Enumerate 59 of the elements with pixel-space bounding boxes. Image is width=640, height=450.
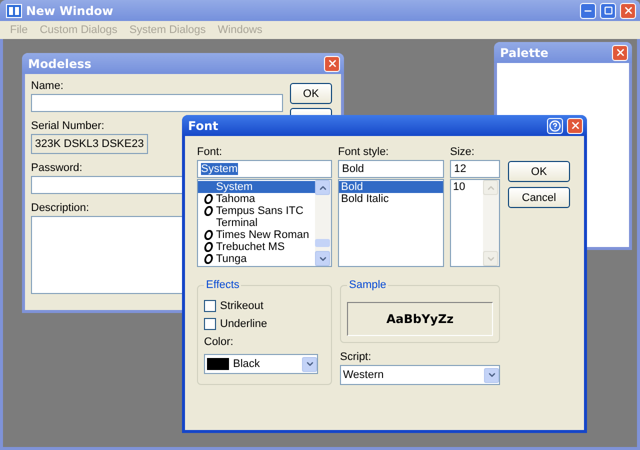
list-item[interactable]: Tunga: [198, 253, 315, 265]
close-button[interactable]: [612, 44, 628, 60]
close-icon: [614, 47, 626, 58]
window-title: New Window: [26, 4, 114, 18]
help-button[interactable]: [547, 118, 563, 134]
close-icon: [570, 120, 580, 131]
close-icon: [622, 5, 634, 16]
scrollbar[interactable]: [315, 180, 331, 266]
group-title: Effects: [204, 279, 242, 291]
style-field[interactable]: Bold: [338, 160, 444, 178]
list-item[interactable]: Bold: [339, 181, 443, 193]
input-field[interactable]: [31, 94, 283, 112]
checkbox-label: Underline: [220, 318, 268, 330]
list-item[interactable]: Trebuchet MS: [198, 241, 315, 253]
maximize-button[interactable]: [600, 2, 616, 18]
group-title: Sample: [347, 279, 388, 291]
list-item[interactable]: Times New Roman: [198, 229, 315, 241]
checkbox-label: Strikeout: [220, 300, 264, 312]
field-label: Password:: [31, 162, 82, 174]
ok-button[interactable]: OK: [290, 83, 332, 104]
close-button[interactable]: [567, 118, 583, 134]
close-button[interactable]: [324, 56, 340, 72]
font-field[interactable]: System: [197, 160, 332, 178]
list-item[interactable]: Tahoma: [198, 193, 315, 205]
field-label: Size:: [450, 146, 474, 158]
app-icon: [6, 4, 22, 18]
field-label: Font:: [197, 146, 222, 158]
chevron-down-icon: [486, 370, 496, 380]
maximize-icon: [604, 6, 612, 15]
field-label: Color:: [204, 336, 234, 348]
scrollbar[interactable]: [483, 180, 499, 266]
field-label: Font style:: [338, 146, 389, 158]
help-icon: [549, 120, 561, 132]
field-label: Script:: [340, 351, 372, 363]
window-title: Font: [188, 118, 220, 132]
minimize-button[interactable]: [580, 2, 596, 18]
field-label: Description:: [31, 202, 90, 214]
chevron-down-icon: [304, 359, 314, 369]
close-icon: [326, 58, 338, 69]
scrollbar-thumb[interactable]: [315, 239, 330, 247]
field-label: Serial Number:: [31, 120, 104, 132]
list-item[interactable]: Bold Italic: [339, 193, 443, 205]
close-button[interactable]: [620, 2, 636, 18]
list-item[interactable]: Terminal: [198, 217, 315, 229]
list-item[interactable]: Tempus Sans ITC: [198, 205, 315, 217]
list-item[interactable]: 10: [451, 181, 483, 193]
field-label: Name:: [31, 80, 64, 92]
script-dropdown[interactable]: Western: [340, 365, 500, 385]
checkbox[interactable]: [204, 300, 216, 312]
window-title: Palette: [500, 46, 550, 60]
cancel-button[interactable]: Cancel: [508, 187, 570, 208]
window-title: Modeless: [28, 56, 92, 70]
size-field[interactable]: 12: [450, 160, 500, 178]
list-item[interactable]: System: [198, 181, 315, 193]
ok-button[interactable]: OK: [508, 161, 570, 182]
checkbox[interactable]: [204, 318, 216, 330]
serial-field[interactable]: 323K DSKL3 DSKE23: [31, 134, 148, 154]
color-dropdown[interactable]: Black: [204, 354, 318, 374]
sample-text: AaBbYyZz: [347, 302, 493, 336]
